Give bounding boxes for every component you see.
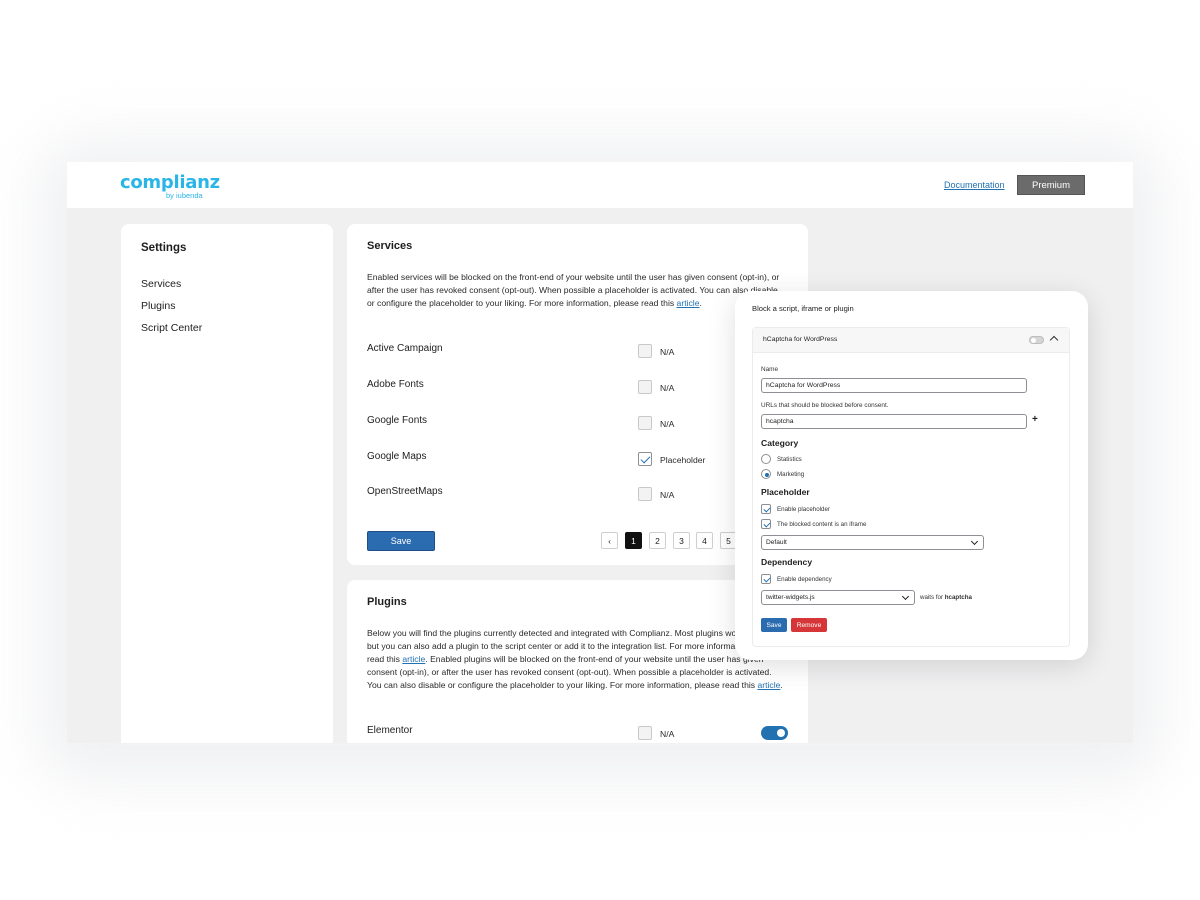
category-heading: Category <box>761 438 799 448</box>
sidebar-title: Settings <box>141 242 187 254</box>
sidebar-item-script-center[interactable]: Script Center <box>141 322 202 334</box>
service-name: Google Fonts <box>367 415 428 426</box>
service-name: Adobe Fonts <box>367 379 424 390</box>
popup-title: Block a script, iframe or plugin <box>752 304 854 313</box>
placeholder-select-value: Default <box>766 539 787 546</box>
dependency-select-value: twitter-widgets.js <box>766 594 815 601</box>
placeholder-select[interactable]: Default <box>761 535 984 550</box>
popup-save-button[interactable]: Save <box>761 618 787 632</box>
plugins-article-link[interactable]: article <box>757 680 780 690</box>
chevron-down-icon <box>901 592 910 601</box>
plus-icon[interactable]: + <box>1032 414 1038 425</box>
script-panel-title: hCaptcha for WordPress <box>763 336 838 343</box>
services-description-end: . <box>699 298 702 308</box>
placeholder-heading: Placeholder <box>761 487 810 497</box>
complianz-logo[interactable]: complianz by iubenda <box>120 172 220 201</box>
category-radio-marketing[interactable] <box>761 469 771 479</box>
plugin-enable-toggle[interactable] <box>761 726 788 740</box>
enable-dependency-checkbox[interactable] <box>761 574 771 584</box>
plugins-article-link[interactable]: article <box>402 654 425 664</box>
chevron-up-icon[interactable] <box>1049 335 1059 345</box>
sidebar-item-plugins[interactable]: Plugins <box>141 300 175 312</box>
category-radio-statistics[interactable] <box>761 454 771 464</box>
chevron-down-icon <box>970 537 979 546</box>
waits-for-label: waits for <box>920 594 945 601</box>
dependency-heading: Dependency <box>761 557 813 567</box>
services-article-link[interactable]: article <box>677 298 700 308</box>
services-description: Enabled services will be blocked on the … <box>367 271 787 310</box>
plugin-checkbox[interactable] <box>638 726 652 740</box>
enable-placeholder-checkbox[interactable] <box>761 504 771 514</box>
plugins-description: Below you will find the plugins currentl… <box>367 627 787 692</box>
iframe-checkbox[interactable] <box>761 519 771 529</box>
plugin-name: Elementor <box>367 725 413 736</box>
chevron-left-icon: ‹ <box>608 535 611 546</box>
service-name: OpenStreetMaps <box>367 486 443 497</box>
category-option-label: Statistics <box>777 456 802 463</box>
service-status: N/A <box>660 383 675 393</box>
plugin-status: N/A <box>660 729 675 739</box>
services-save-button[interactable]: Save <box>367 531 435 551</box>
services-title: Services <box>367 240 413 252</box>
pagination-prev-button[interactable]: ‹ <box>601 532 618 549</box>
service-status: N/A <box>660 490 675 500</box>
service-checkbox[interactable] <box>638 380 652 394</box>
service-name: Google Maps <box>367 451 427 462</box>
service-status: N/A <box>660 347 675 357</box>
service-status: Placeholder <box>660 455 706 465</box>
waits-for-text: waits for hcaptcha <box>920 594 972 601</box>
iframe-label: The blocked content is an iframe <box>777 521 867 528</box>
urls-label: URLs that should be blocked before conse… <box>761 402 889 409</box>
services-description-text: Enabled services will be blocked on the … <box>367 272 780 308</box>
plugins-title: Plugins <box>367 596 407 608</box>
block-script-popup: Block a script, iframe or plugin hCaptch… <box>735 291 1088 660</box>
plugins-description-end: . <box>780 680 783 690</box>
top-bar: complianz by iubenda Documentation Premi… <box>67 162 1133 208</box>
dependency-select[interactable]: twitter-widgets.js <box>761 590 915 605</box>
service-checkbox-checked[interactable] <box>638 452 652 466</box>
name-label: Name <box>761 366 779 373</box>
settings-sidebar: Settings Services Plugins Script Center <box>121 224 333 743</box>
pagination-page[interactable]: 1 <box>625 532 642 549</box>
plugins-description-text: . Enabled plugins will be blocked on the… <box>367 654 772 690</box>
sidebar-item-services[interactable]: Services <box>141 278 181 290</box>
category-option-label: Marketing <box>777 471 805 478</box>
logo-subtext: by iubenda <box>166 191 203 200</box>
waits-for-target: hcaptcha <box>944 594 972 601</box>
service-checkbox[interactable] <box>638 416 652 430</box>
enable-dependency-label: Enable dependency <box>777 576 832 583</box>
script-panel: hCaptcha for WordPress Name hCaptcha for… <box>752 327 1070 647</box>
documentation-link[interactable]: Documentation <box>944 180 1005 190</box>
premium-button[interactable]: Premium <box>1017 175 1085 195</box>
logo-text: complianz <box>120 172 220 193</box>
service-status: N/A <box>660 419 675 429</box>
script-enable-toggle[interactable] <box>1029 336 1044 344</box>
service-checkbox[interactable] <box>638 344 652 358</box>
service-name: Active Campaign <box>367 343 443 354</box>
pagination-page[interactable]: 3 <box>673 532 690 549</box>
pagination-page[interactable]: 4 <box>696 532 713 549</box>
name-input[interactable]: hCaptcha for WordPress <box>761 378 1027 393</box>
pagination-page[interactable]: 2 <box>649 532 666 549</box>
script-panel-header[interactable]: hCaptcha for WordPress <box>753 328 1069 353</box>
enable-placeholder-label: Enable placeholder <box>777 506 830 513</box>
popup-remove-button[interactable]: Remove <box>791 618 827 632</box>
service-checkbox[interactable] <box>638 487 652 501</box>
urls-input[interactable]: hcaptcha <box>761 414 1027 429</box>
